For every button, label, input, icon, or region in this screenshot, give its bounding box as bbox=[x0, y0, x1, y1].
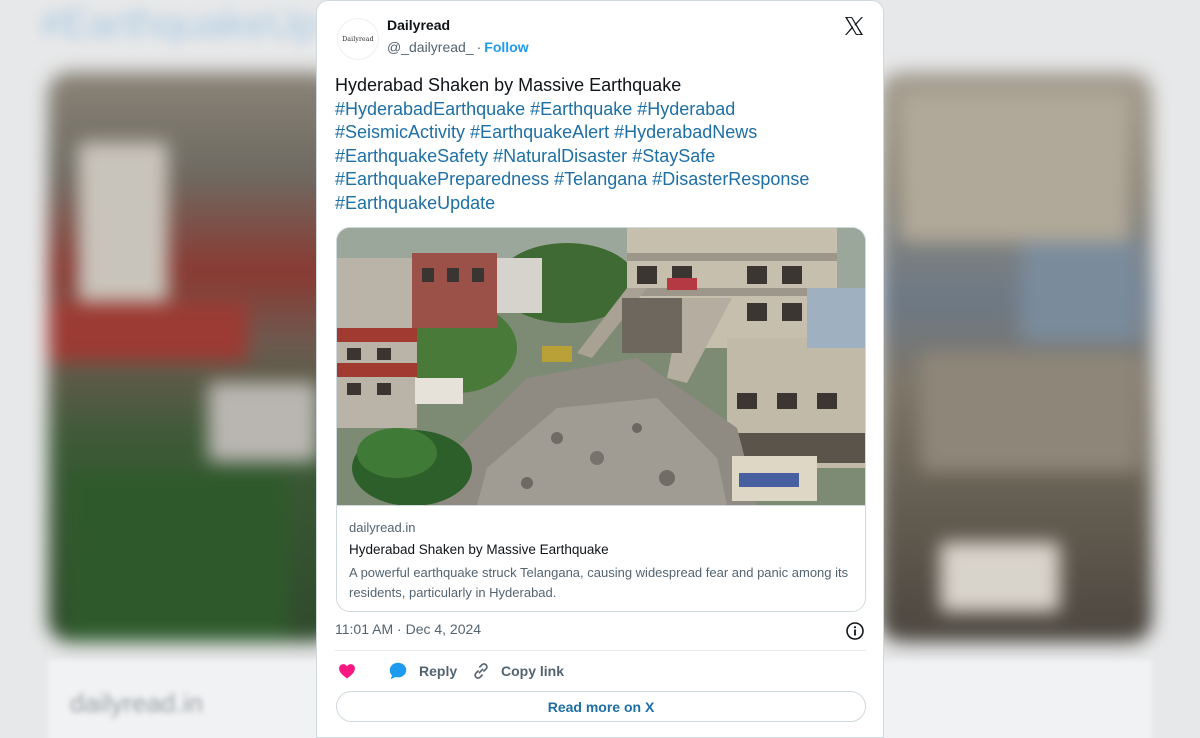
hashtag-line: #SeismicActivity #EarthquakeAlert #Hyder… bbox=[335, 121, 865, 145]
hashtag[interactable]: #EarthquakeAlert bbox=[470, 122, 609, 142]
copy-link-label: Copy link bbox=[501, 663, 565, 679]
heart-icon bbox=[339, 664, 355, 679]
background-photo-left bbox=[48, 72, 338, 642]
hashtag[interactable]: #EarthquakeSafety bbox=[335, 146, 488, 166]
link-preview-meta: dailyread.in Hyderabad Shaken by Massive… bbox=[337, 505, 865, 611]
hashtag[interactable]: #HyderabadNews bbox=[614, 122, 757, 142]
earthquake-photo[interactable] bbox=[337, 228, 866, 505]
background-hashtag-text: #EarthquakeUp bbox=[40, 2, 318, 46]
link-domain: dailyread.in bbox=[349, 520, 416, 535]
handle-separator: · bbox=[476, 39, 482, 55]
tweet-embed-card: Dailyread Dailyread @_dailyread_ · Follow … bbox=[316, 0, 884, 738]
hashtag[interactable]: #StaySafe bbox=[632, 146, 715, 166]
hashtag[interactable]: #EarthquakeUpdate bbox=[335, 193, 495, 213]
copy-link-button[interactable]: Copy link bbox=[471, 658, 564, 684]
timestamp-time[interactable]: 11:01 AM bbox=[335, 621, 393, 637]
read-more-on-x-button[interactable]: Read more on X bbox=[336, 691, 866, 722]
hashtag-line: #EarthquakeUpdate bbox=[335, 192, 865, 216]
link-icon bbox=[474, 663, 488, 679]
timestamp-separator: · bbox=[397, 621, 402, 637]
hashtag[interactable]: #HyderabadEarthquake bbox=[335, 99, 525, 119]
x-logo-icon[interactable] bbox=[842, 14, 866, 38]
background-footer-text: dailyread.in bbox=[70, 688, 203, 718]
reply-label: Reply bbox=[419, 663, 458, 679]
reply-button[interactable]: Reply bbox=[387, 658, 457, 684]
author-handle[interactable]: @_dailyread_ bbox=[387, 39, 474, 55]
like-button[interactable] bbox=[337, 658, 367, 684]
tweet-timestamp: 11:01 AM · Dec 4, 2024 bbox=[335, 621, 481, 637]
tweet-actions: Reply Copy link bbox=[335, 658, 866, 684]
link-title: Hyderabad Shaken by Massive Earthquake bbox=[349, 542, 609, 557]
tweet-header: Dailyread Dailyread @_dailyread_ · Follow bbox=[317, 1, 883, 67]
hashtag-line: #EarthquakeSafety #NaturalDisaster #Stay… bbox=[335, 145, 865, 169]
author-display-name[interactable]: Dailyread bbox=[387, 17, 450, 33]
hashtag[interactable]: #Hyderabad bbox=[637, 99, 735, 119]
hashtag[interactable]: #DisasterResponse bbox=[652, 169, 809, 189]
hashtag[interactable]: #Earthquake bbox=[530, 99, 632, 119]
background-photo-right bbox=[880, 72, 1152, 642]
reply-bubble-icon bbox=[389, 662, 407, 680]
avatar-logo-text: Dailyread bbox=[342, 35, 374, 43]
link-preview-card[interactable]: dailyread.in Hyderabad Shaken by Massive… bbox=[336, 227, 866, 612]
author-handle-row: @_dailyread_ · Follow bbox=[387, 39, 529, 55]
divider bbox=[335, 650, 866, 651]
tweet-text: Hyderabad Shaken by Massive Earthquake #… bbox=[335, 74, 865, 215]
avatar[interactable]: Dailyread bbox=[337, 18, 379, 60]
hashtag[interactable]: #SeismicActivity bbox=[335, 122, 465, 142]
follow-button[interactable]: Follow bbox=[484, 39, 528, 55]
hashtag-line: #HyderabadEarthquake #Earthquake #Hydera… bbox=[335, 98, 865, 122]
timestamp-date[interactable]: Dec 4, 2024 bbox=[406, 621, 482, 637]
hashtag[interactable]: #EarthquakePreparedness bbox=[335, 169, 549, 189]
tweet-title-line: Hyderabad Shaken by Massive Earthquake bbox=[335, 75, 682, 95]
hashtag-line: #EarthquakePreparedness #Telangana #Disa… bbox=[335, 168, 865, 192]
hashtag[interactable]: #NaturalDisaster bbox=[493, 146, 627, 166]
info-icon[interactable] bbox=[845, 621, 865, 641]
hashtag[interactable]: #Telangana bbox=[554, 169, 647, 189]
link-description: A powerful earthquake struck Telangana, … bbox=[349, 565, 849, 600]
